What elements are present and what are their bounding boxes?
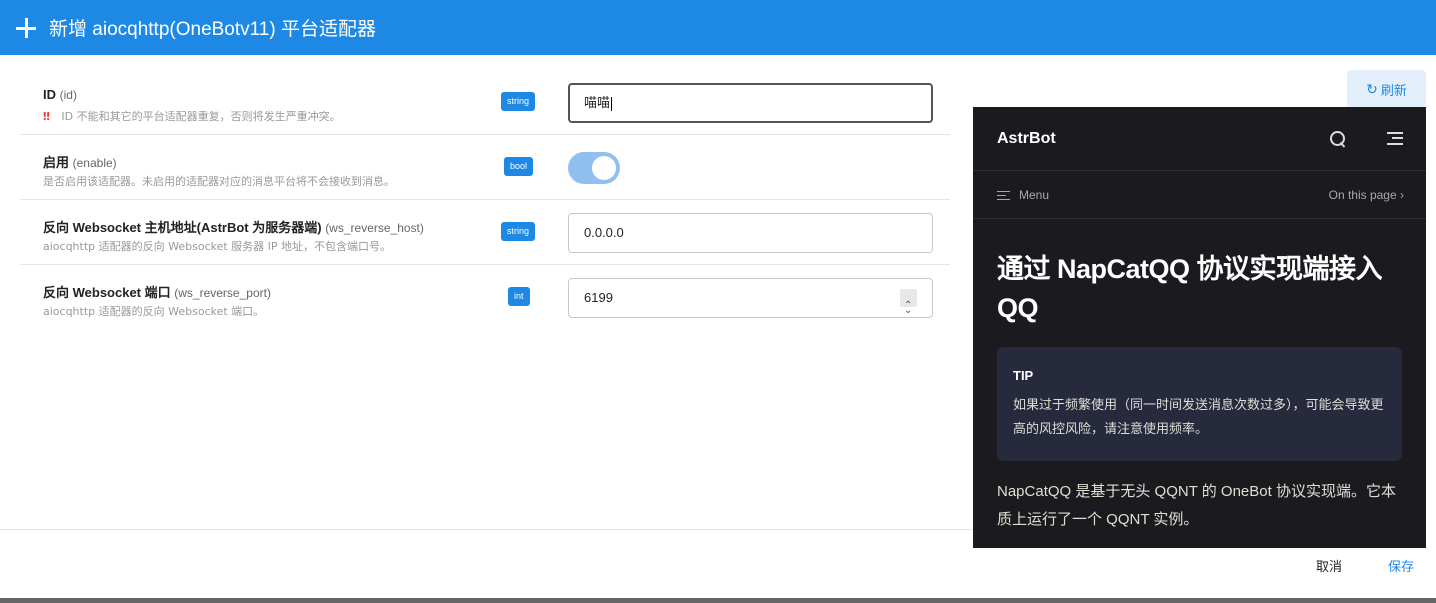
tip-title: TIP xyxy=(1013,368,1034,383)
field-key: (ws_reverse_port) xyxy=(174,286,271,300)
field-description-text: ID 不能和其它的平台适配器重复，否则将发生严重冲突。 xyxy=(61,110,341,123)
refresh-button[interactable]: ↻ 刷新 xyxy=(1347,70,1426,108)
docs-preview-panel: AstrBot Menu On this page › 通过 NapCatQQ … xyxy=(973,107,1426,548)
field-label-text: 反向 Websocket 端口 xyxy=(43,285,171,300)
field-row-id: ID (id) ‼ ID 不能和其它的平台适配器重复，否则将发生严重冲突。 st… xyxy=(20,70,950,135)
refresh-label: 刷新 xyxy=(1380,82,1407,98)
docs-paragraph: NapCatQQ 是基于无头 QQNT 的 OneBot 协议实现端。它本质上运… xyxy=(997,483,1396,528)
type-badge: string xyxy=(501,222,536,241)
add-adapter-dialog: 新增 aiocqhttp(OneBotv11) 平台适配器 ID (id) ‼ … xyxy=(0,0,1436,598)
number-stepper-icon[interactable] xyxy=(900,287,917,330)
field-key: (id) xyxy=(59,88,77,102)
field-label: 反向 Websocket 主机地址(AstrBot 为服务器端) (ws_rev… xyxy=(43,217,424,236)
type-badge: bool xyxy=(504,157,534,176)
on-this-page-button[interactable]: On this page › xyxy=(1329,188,1404,202)
field-description: 是否启用该适配器。未启用的适配器对应的消息平台将不会接收到消息。 xyxy=(43,175,395,188)
docs-subnav: Menu On this page › xyxy=(973,171,1426,219)
field-row-ws-port: 反向 Websocket 端口 (ws_reverse_port) aiocqh… xyxy=(20,265,950,330)
toggle-knob xyxy=(592,156,616,180)
tip-callout: TIP 如果过于频繁使用（同一时间发送消息次数过多），可能会导致更高的风控风险，… xyxy=(997,347,1402,461)
search-icon[interactable] xyxy=(1330,131,1346,147)
on-this-page-label: On this page xyxy=(1328,188,1397,202)
field-key: (ws_reverse_host) xyxy=(325,221,424,235)
field-description: aiocqhttp 适配器的反向 Websocket 端口。 xyxy=(43,305,265,318)
tip-text: 如果过于频繁使用（同一时间发送消息次数过多），可能会导致更高的风控风险，请注意使… xyxy=(1013,397,1384,436)
refresh-icon: ↻ xyxy=(1366,80,1378,97)
field-row-ws-host: 反向 Websocket 主机地址(AstrBot 为服务器端) (ws_rev… xyxy=(20,200,950,265)
field-description: ‼ ID 不能和其它的平台适配器重复，否则将发生严重冲突。 xyxy=(43,108,341,124)
hamburger-menu-icon[interactable] xyxy=(1387,132,1403,145)
bottom-edge xyxy=(0,598,1436,603)
text-caret xyxy=(611,96,613,111)
field-label: ID (id) xyxy=(43,87,77,102)
id-input[interactable]: 喵喵 xyxy=(568,83,933,123)
docs-menu-button[interactable]: Menu xyxy=(997,188,1049,202)
plus-icon xyxy=(15,17,37,39)
menu-lines-icon xyxy=(997,190,1010,200)
field-label: 启用 (enable) xyxy=(43,152,117,171)
chevron-right-icon: › xyxy=(1400,188,1404,202)
menu-label: Menu xyxy=(1019,188,1050,202)
enable-toggle[interactable] xyxy=(568,152,620,184)
warning-icon: ‼ xyxy=(43,110,50,123)
field-row-enable: 启用 (enable) 是否启用该适配器。未启用的适配器对应的消息平台将不会接收… xyxy=(20,135,950,200)
docs-brand[interactable]: AstrBot xyxy=(997,130,1056,148)
cancel-button[interactable]: 取消 xyxy=(1316,556,1342,575)
id-input-value: 喵喵 xyxy=(584,95,611,110)
field-description: aiocqhttp 适配器的反向 Websocket 服务器 IP 地址，不包含… xyxy=(43,240,392,253)
save-button[interactable]: 保存 xyxy=(1388,556,1414,575)
field-label-text: 启用 xyxy=(43,155,70,170)
field-label-text: 反向 Websocket 主机地址(AstrBot 为服务器端) xyxy=(43,220,322,235)
field-label-text: ID xyxy=(43,87,56,102)
type-badge: int xyxy=(508,287,530,306)
field-key: (enable) xyxy=(72,156,117,170)
docs-navbar: AstrBot xyxy=(973,107,1426,171)
ws-port-input[interactable]: 6199 xyxy=(568,278,933,330)
ws-host-input[interactable]: 0.0.0.0 xyxy=(568,213,933,253)
type-badge: string xyxy=(501,92,536,111)
footer-divider xyxy=(0,529,973,530)
dialog-title: 新增 aiocqhttp(OneBotv11) 平台适配器 xyxy=(49,19,376,40)
dialog-titlebar: 新增 aiocqhttp(OneBotv11) 平台适配器 xyxy=(0,0,1436,55)
field-label: 反向 Websocket 端口 (ws_reverse_port) xyxy=(43,282,271,301)
docs-heading: 通过 NapCatQQ 协议实现端接入 QQ xyxy=(997,254,1383,323)
ws-port-value: 6199 xyxy=(584,290,613,305)
